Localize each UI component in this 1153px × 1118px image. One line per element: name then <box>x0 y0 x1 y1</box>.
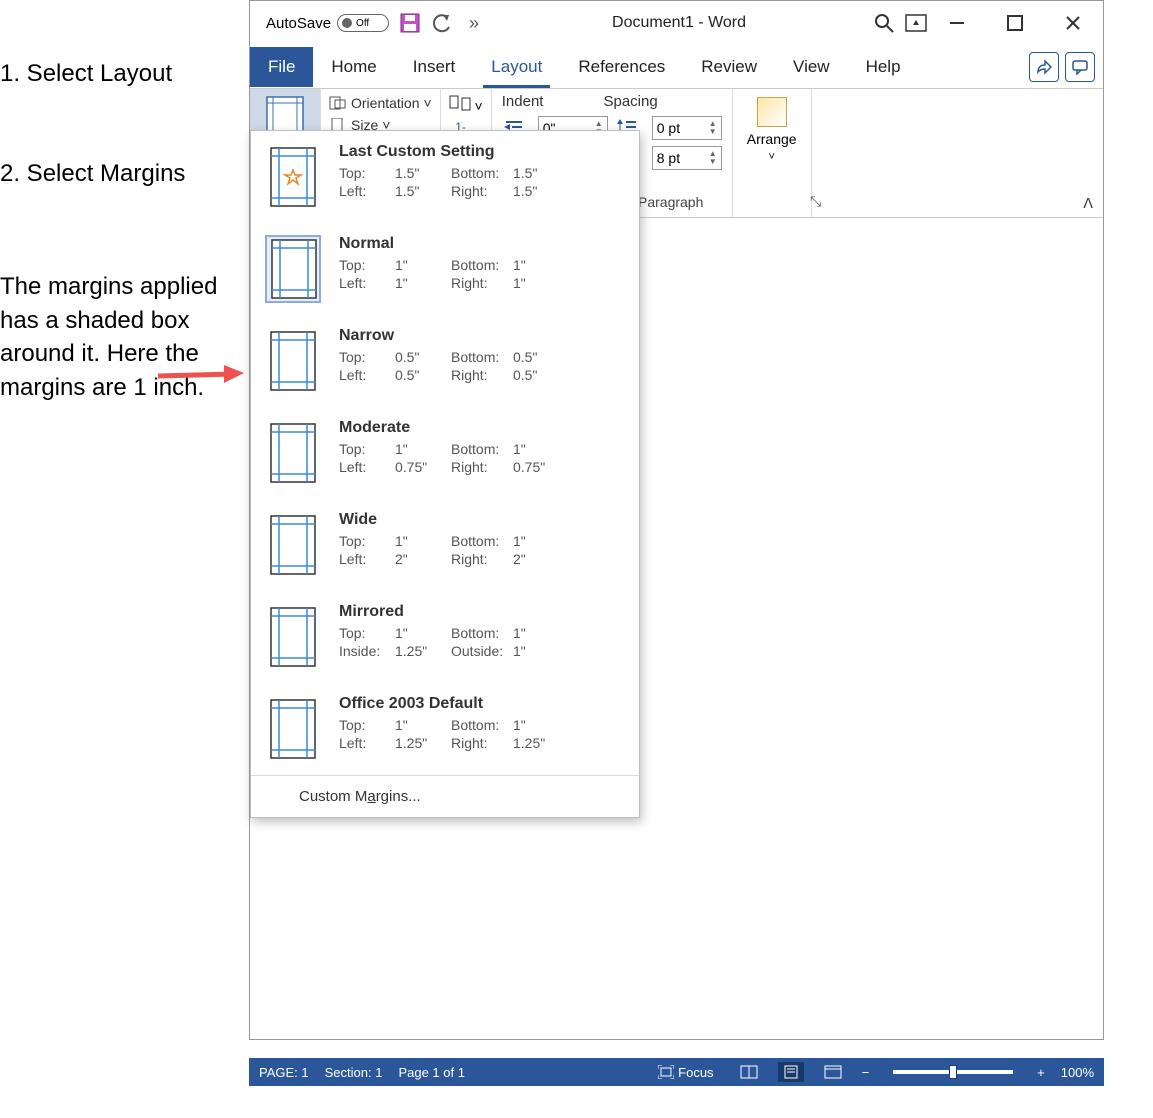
word-window: AutoSave Off » Document1 - Word <box>249 0 1104 1040</box>
margin-option-last custom setting[interactable]: Last Custom Setting Top:1.5"Bottom:1.5" … <box>251 131 639 223</box>
title-bar: AutoSave Off » Document1 - Word <box>250 1 1103 45</box>
page-margin-icon <box>265 603 321 671</box>
arrow-icon <box>158 363 244 389</box>
tab-file[interactable]: File <box>250 47 313 87</box>
annotation-step-2: 2. Select Margins <box>0 160 185 188</box>
margin-option-title: Normal <box>339 235 625 253</box>
paragraph-group-label: Paragraph <box>638 194 703 210</box>
qat-more-icon[interactable]: » <box>463 12 485 34</box>
margin-option-moderate[interactable]: Moderate Top:1"Bottom:1" Left:0.75"Right… <box>251 407 639 499</box>
status-page[interactable]: PAGE: 1 <box>259 1065 309 1080</box>
dialog-launcher-icon[interactable]: ⤡ <box>810 193 821 210</box>
arrange-button[interactable]: Arrange˅ <box>747 131 797 163</box>
zoom-out-button[interactable]: − <box>862 1065 870 1080</box>
save-icon[interactable] <box>399 12 421 34</box>
margin-option-title: Mirrored <box>339 603 625 621</box>
spacing-label: Spacing <box>603 93 657 110</box>
margin-option-title: Narrow <box>339 327 625 345</box>
margin-option-title: Wide <box>339 511 625 529</box>
print-layout-icon[interactable] <box>778 1062 804 1082</box>
search-icon[interactable] <box>873 12 895 34</box>
read-mode-icon[interactable] <box>736 1062 762 1082</box>
autosave-toggle[interactable]: AutoSave Off <box>266 14 389 32</box>
document-title: Document1 - Word <box>612 14 746 32</box>
margin-option-title: Moderate <box>339 419 625 437</box>
margin-option-normal[interactable]: Normal Top:1"Bottom:1" Left:1"Right:1" <box>251 223 639 315</box>
spacing-before-input[interactable]: 0 pt▲▼ <box>652 116 722 140</box>
orientation-button[interactable]: Orientation ˅ <box>329 95 432 111</box>
page-margin-icon <box>265 511 321 579</box>
margins-dropdown: Last Custom Setting Top:1.5"Bottom:1.5" … <box>250 130 640 818</box>
tab-layout[interactable]: Layout <box>473 47 560 87</box>
arrange-icon <box>757 97 787 127</box>
status-section[interactable]: Section: 1 <box>325 1065 383 1080</box>
zoom-in-button[interactable]: + <box>1037 1065 1045 1080</box>
maximize-button[interactable] <box>995 8 1035 38</box>
margin-option-office 2003 default[interactable]: Office 2003 Default Top:1"Bottom:1" Left… <box>251 683 639 775</box>
tab-references[interactable]: References <box>560 47 683 87</box>
spacing-after-input[interactable]: 8 pt▲▼ <box>652 146 722 170</box>
margin-option-narrow[interactable]: Narrow Top:0.5"Bottom:0.5" Left:0.5"Righ… <box>251 315 639 407</box>
margin-option-title: Last Custom Setting <box>339 143 625 161</box>
zoom-level[interactable]: 100% <box>1061 1065 1094 1080</box>
web-layout-icon[interactable] <box>820 1062 846 1082</box>
custom-margins-button[interactable]: Custom Margins... <box>251 775 639 817</box>
autosave-label: AutoSave <box>266 15 331 32</box>
chevron-down-icon: ˅ <box>768 151 774 163</box>
undo-icon[interactable] <box>431 12 453 34</box>
minimize-button[interactable] <box>937 8 977 38</box>
page-margin-icon <box>265 419 321 487</box>
page-margin-icon <box>265 695 321 763</box>
zoom-slider[interactable] <box>893 1070 1013 1074</box>
tab-insert[interactable]: Insert <box>395 47 474 87</box>
annotation-step-1: 1. Select Layout <box>0 60 172 88</box>
status-page-count[interactable]: Page 1 of 1 <box>398 1065 465 1080</box>
status-bar: PAGE: 1 Section: 1 Page 1 of 1 Focus − +… <box>249 1058 1104 1086</box>
page-margin-icon <box>265 143 321 211</box>
tab-home[interactable]: Home <box>313 47 394 87</box>
ribbon-display-icon[interactable] <box>905 12 927 34</box>
chevron-down-icon: ˅ <box>423 95 431 111</box>
focus-mode-button[interactable]: Focus <box>652 1065 719 1080</box>
share-button[interactable] <box>1029 52 1059 82</box>
breaks-button[interactable]: ˅ <box>449 95 483 114</box>
tab-help[interactable]: Help <box>848 47 919 87</box>
close-button[interactable] <box>1053 8 1093 38</box>
tab-review[interactable]: Review <box>683 47 775 87</box>
tab-view[interactable]: View <box>775 47 848 87</box>
margin-option-wide[interactable]: Wide Top:1"Bottom:1" Left:2"Right:2" <box>251 499 639 591</box>
collapse-ribbon-icon[interactable]: ᐱ <box>1083 195 1093 212</box>
indent-label: Indent <box>502 93 544 110</box>
page-margin-icon <box>265 235 321 303</box>
page-margin-icon <box>265 327 321 395</box>
margin-option-mirrored[interactable]: Mirrored Top:1"Bottom:1" Inside:1.25"Out… <box>251 591 639 683</box>
comments-button[interactable] <box>1065 52 1095 82</box>
margin-option-title: Office 2003 Default <box>339 695 625 713</box>
ribbon-tabs: File Home Insert Layout References Revie… <box>250 45 1103 89</box>
